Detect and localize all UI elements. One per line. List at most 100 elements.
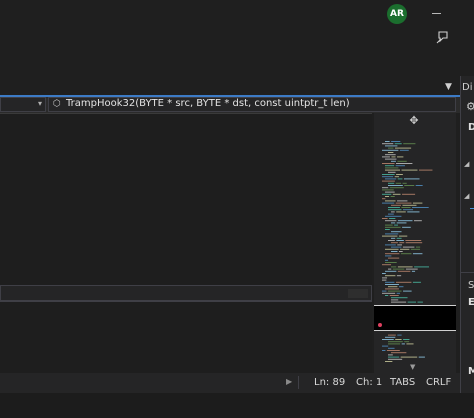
minimap-code-line — [402, 246, 415, 248]
minimap-code-line — [388, 257, 400, 259]
side-panel-title[interactable]: Di — [462, 82, 472, 93]
minimap-code-line — [385, 361, 393, 362]
minimap-code-line — [388, 171, 396, 173]
minimap-code-line — [406, 343, 414, 345]
gear-icon[interactable]: ⚙ — [466, 100, 474, 113]
minimap-code-line — [385, 253, 400, 255]
minimap-code-line — [382, 345, 389, 347]
minimap-code-line — [382, 149, 399, 151]
minimap-code-line — [385, 248, 399, 250]
minimap-code-line — [391, 156, 396, 158]
minimap-code-line — [397, 334, 402, 336]
minimap-code-lines — [382, 141, 433, 362]
minimap-code-line — [382, 264, 392, 266]
minimap-viewport[interactable] — [374, 305, 456, 331]
minimap-code-line — [405, 240, 422, 241]
minimap-code-line — [385, 284, 399, 285]
minimap-code-line — [391, 222, 396, 224]
horizontal-scrollbar[interactable] — [0, 285, 372, 301]
minimap-code-line — [382, 273, 386, 274]
minimap-code-line — [397, 270, 411, 272]
minimap-code-line — [398, 286, 404, 288]
chevron-down-icon[interactable]: ▾ — [38, 99, 46, 109]
minimap-code-line — [403, 143, 416, 145]
breakpoint-marker — [378, 323, 382, 327]
minimap-code-line — [391, 242, 398, 244]
member-signature[interactable]: TrampHook32(BYTE * src, BYTE * dst, cons… — [66, 98, 350, 109]
minimap-code-line — [388, 334, 396, 336]
minimap-code-line — [398, 235, 408, 237]
minimap-code-line — [388, 347, 395, 349]
tab-list-dropdown-icon[interactable]: ▼ — [445, 82, 455, 92]
expand-triangle-icon[interactable]: ◢ — [464, 160, 469, 168]
split-handle-icon[interactable]: ✥ — [408, 115, 420, 127]
minimap-code-line — [403, 339, 410, 340]
minimap-code-line — [382, 292, 396, 294]
minimap-code-line — [391, 231, 402, 233]
minimap-code-line — [397, 178, 403, 180]
minimap-code-line — [410, 248, 421, 250]
minimap-code-line — [382, 176, 394, 178]
minimap-code-line — [385, 295, 389, 296]
minimize-button[interactable] — [432, 13, 441, 14]
minimap-code-line — [382, 198, 386, 200]
minimap-code-line — [385, 244, 396, 246]
minimap-code-line — [403, 290, 412, 292]
minimap-code-line — [397, 200, 408, 202]
user-avatar[interactable]: AR — [387, 4, 407, 24]
minimap-code-line — [388, 356, 400, 358]
toolbar-area — [0, 30, 460, 82]
side-panel-item-m[interactable]: M — [468, 366, 474, 377]
minimap-code-line — [399, 149, 409, 151]
minimap-code-line — [395, 182, 402, 184]
minimap-code-line — [382, 163, 395, 164]
side-panel-item-e[interactable]: E — [468, 297, 474, 308]
minimap-code-line — [382, 202, 395, 204]
minimap-code-line — [417, 301, 423, 303]
minimap-code-line — [385, 167, 399, 169]
side-panel-section[interactable]: S — [468, 280, 474, 291]
scrollbar-thumb[interactable] — [348, 289, 368, 298]
minimap-code-line — [405, 268, 418, 270]
minimap-code-line — [396, 211, 406, 213]
minimap-code-line — [382, 189, 394, 191]
minimap-code-line — [391, 301, 407, 303]
minimap-code-line — [412, 253, 423, 255]
minimap-code-line — [388, 240, 395, 241]
bottom-panel-area — [0, 393, 474, 418]
code-editor[interactable] — [0, 113, 372, 285]
minimap-code-line — [403, 178, 420, 180]
minimap-code-line — [385, 275, 396, 277]
minimap-code-line — [382, 235, 398, 237]
minimap-code-line — [389, 187, 404, 189]
line-ending-indicator[interactable]: CRLF — [426, 377, 451, 388]
minimap-code-line — [385, 259, 389, 261]
minimap-code-line — [415, 246, 421, 248]
minimap-code-line — [385, 196, 390, 197]
minimap-code-line — [391, 237, 396, 239]
minimap-code-line — [396, 237, 402, 239]
minimap-code-line — [385, 215, 402, 217]
indentation-indicator[interactable]: TABS — [390, 377, 415, 388]
minimap-code-line — [388, 152, 394, 153]
feedback-icon[interactable] — [436, 30, 450, 44]
minimap-code-line — [404, 341, 410, 343]
minimap-code-line — [385, 336, 396, 338]
minimap-code-line — [391, 251, 398, 252]
minimap[interactable] — [374, 113, 456, 375]
minimap-code-line — [394, 143, 402, 145]
minimap-code-line — [401, 169, 418, 171]
minimap-code-line — [414, 266, 429, 268]
minimap-code-line — [396, 292, 401, 294]
column-indicator[interactable]: Ch: 1 — [356, 377, 382, 388]
minimap-code-line — [403, 209, 414, 211]
scroll-down-icon[interactable]: ▼ — [410, 363, 415, 371]
minimap-code-line — [388, 213, 394, 215]
minimap-code-line — [411, 270, 416, 272]
minimap-code-line — [400, 248, 410, 250]
minimap-code-line — [400, 356, 418, 358]
expand-triangle-icon[interactable]: ◢ — [464, 192, 469, 200]
minimap-code-line — [398, 251, 403, 252]
scroll-right-icon[interactable]: ▶ — [286, 377, 292, 386]
line-number-indicator[interactable]: Ln: 89 — [314, 377, 345, 388]
